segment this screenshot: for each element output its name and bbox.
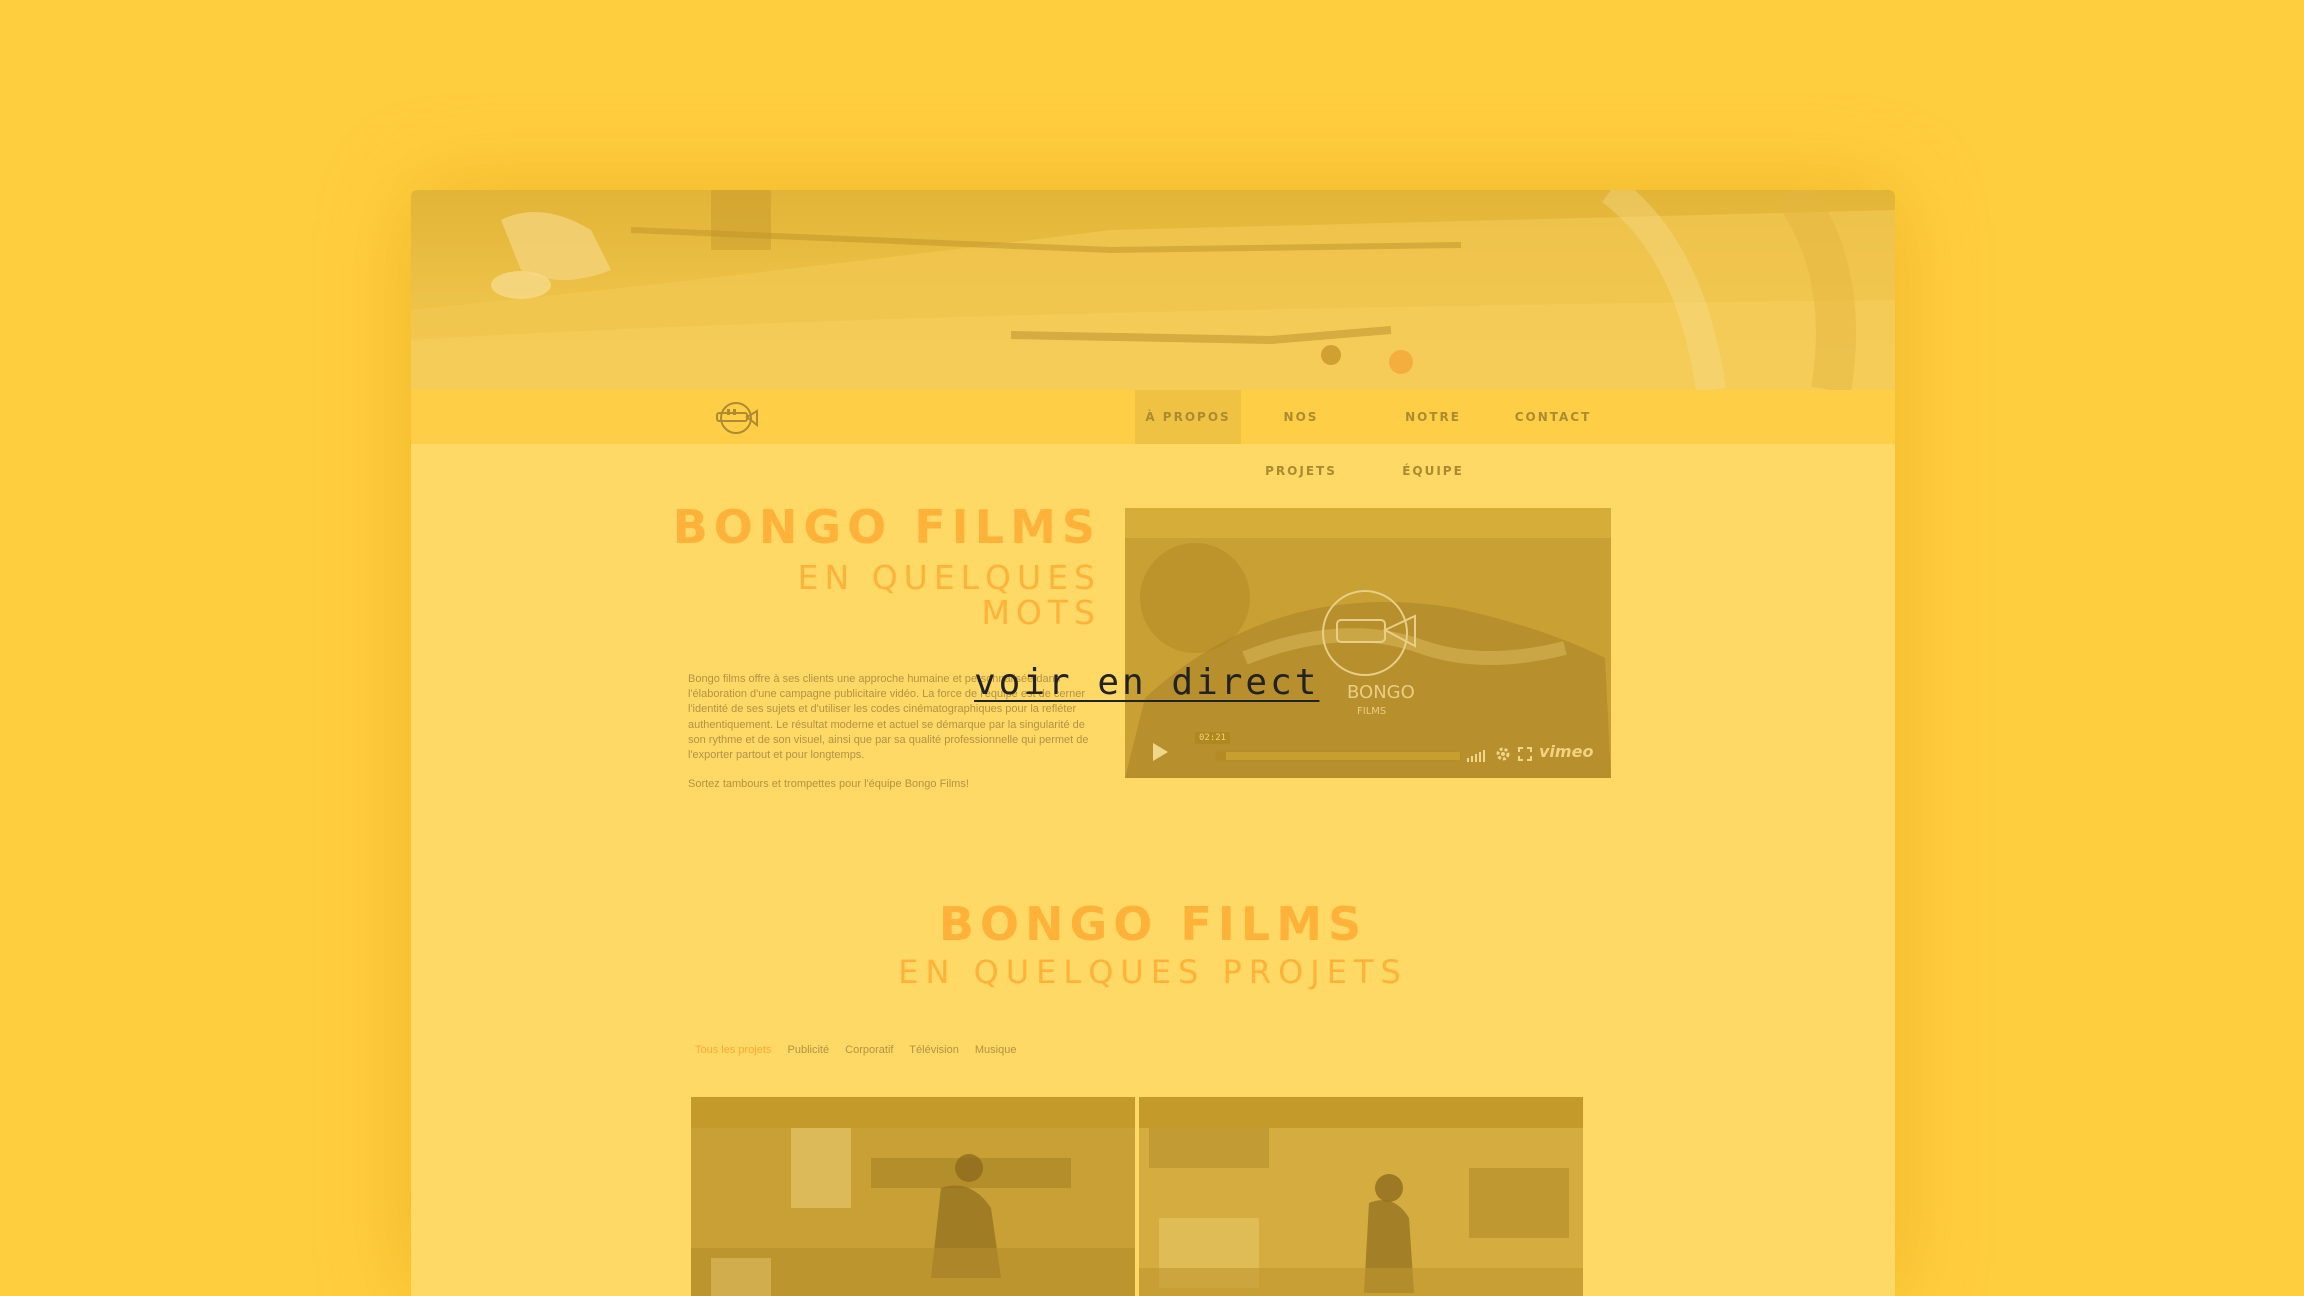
filter-musique[interactable]: Musique — [975, 1044, 1017, 1056]
svg-text:FILMS: FILMS — [1357, 706, 1386, 717]
video-progress-bar[interactable] — [1215, 751, 1461, 761]
project-thumbnail[interactable] — [1139, 1097, 1583, 1296]
filter-television[interactable]: Télévision — [909, 1044, 959, 1056]
project-filters: Tous les projets Publicité Corporatif Té… — [695, 1044, 1029, 1056]
project-image — [1139, 1128, 1583, 1296]
nav-item-nos-projets[interactable]: NOS PROJETS — [1249, 390, 1353, 478]
hero-banner-image — [411, 190, 1895, 390]
watch-live-link[interactable]: voir en direct — [974, 662, 1319, 703]
nav-item-notre-equipe[interactable]: NOTRE ÉQUIPE — [1379, 390, 1487, 478]
filter-corporatif[interactable]: Corporatif — [845, 1044, 893, 1056]
about-subtitle-line1: EN QUELQUES — [797, 558, 1101, 597]
projects-subtitle: EN QUELQUES PROJETS — [898, 953, 1408, 991]
projects-title: BONGO FILMS — [938, 897, 1368, 951]
filter-tous-les-projets[interactable]: Tous les projets — [695, 1044, 771, 1056]
about-title: BONGO FILMS — [672, 500, 1101, 554]
fullscreen-icon[interactable] — [1518, 747, 1532, 761]
website-preview: À PROPOS NOS PROJETS NOTRE ÉQUIPE CONTAC… — [411, 190, 1895, 1296]
about-closing: Sortez tambours et trompettes pour l'équ… — [688, 778, 969, 791]
video-time: 02:21 — [1195, 732, 1231, 744]
vimeo-logo[interactable]: vimeo — [1539, 742, 1593, 761]
nav-item-a-propos[interactable]: À PROPOS — [1135, 390, 1241, 444]
trumpet-logo-icon[interactable] — [709, 399, 763, 437]
video-player[interactable]: BONGO FILMS 02:21 vimeo — [1125, 508, 1611, 778]
project-thumbnail[interactable] — [691, 1097, 1135, 1296]
about-subtitle-line2: MOTS — [981, 593, 1101, 632]
video-progress-fill — [1216, 752, 1226, 760]
nav-item-contact[interactable]: CONTACT — [1513, 390, 1593, 444]
thumbnail-header-bar — [691, 1097, 1135, 1128]
filter-publicite[interactable]: Publicité — [788, 1044, 830, 1056]
project-image — [691, 1128, 1135, 1296]
projects-heading: BONGO FILMS EN QUELQUES PROJETS — [411, 897, 1895, 997]
about-heading: BONGO FILMS EN QUELQUES MOTS — [673, 500, 1101, 632]
navigation-bar: À PROPOS NOS PROJETS NOTRE ÉQUIPE CONTAC… — [411, 390, 1895, 478]
thumbnail-header-bar — [1139, 1097, 1583, 1128]
play-icon[interactable] — [1149, 741, 1171, 763]
gear-icon[interactable] — [1495, 746, 1511, 762]
volume-icon[interactable] — [1467, 748, 1489, 762]
video-watermark: BONGO — [1347, 682, 1415, 703]
